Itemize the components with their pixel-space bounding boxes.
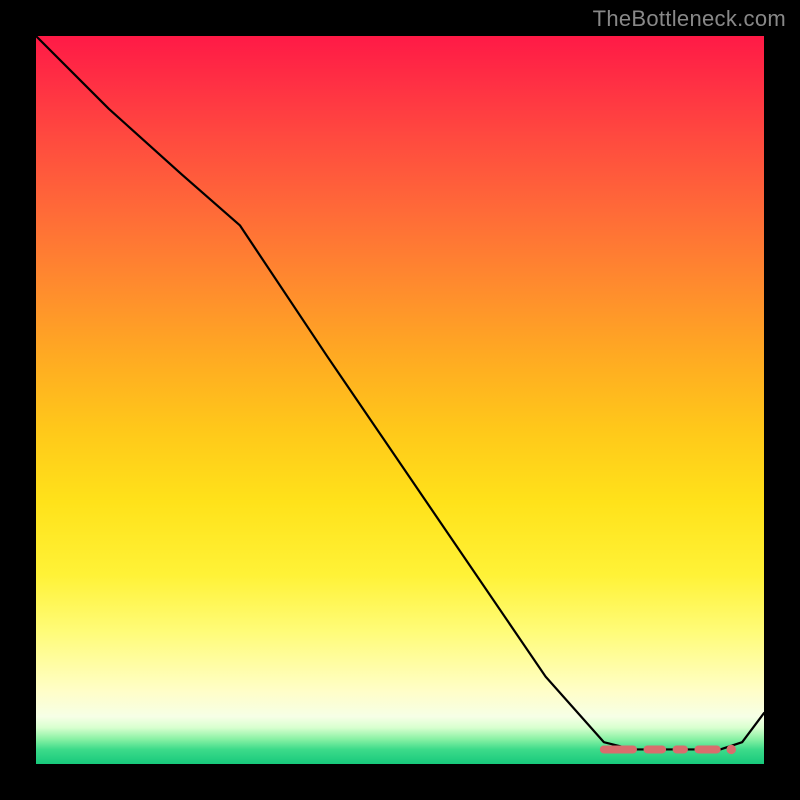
watermark-text: TheBottleneck.com bbox=[593, 6, 786, 32]
dashed-marker-dot bbox=[727, 745, 736, 754]
chart-stage: TheBottleneck.com bbox=[0, 0, 800, 800]
curve-line bbox=[36, 36, 764, 749]
chart-svg bbox=[36, 36, 764, 764]
plot-area bbox=[36, 36, 764, 764]
